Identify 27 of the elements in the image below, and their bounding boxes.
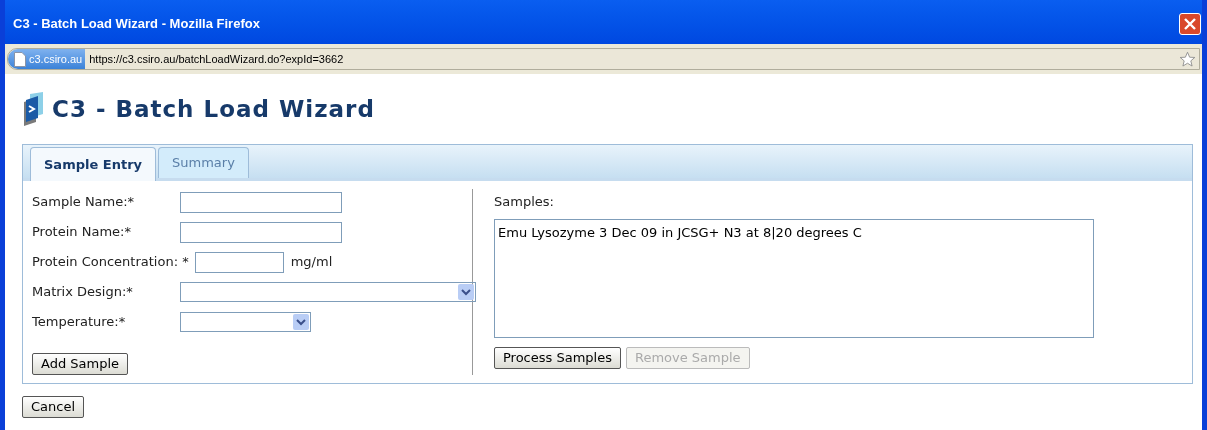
window-title: C3 - Batch Load Wizard - Mozilla Firefox	[13, 15, 260, 34]
field-label: Temperature:*	[32, 313, 126, 332]
dropdown[interactable]	[180, 282, 476, 302]
text-field[interactable]	[180, 221, 342, 243]
star-icon[interactable]	[1179, 50, 1196, 68]
samples-list[interactable]: Emu Lysozyme 3 Dec 09 in JCSG+ N3 at 8|20 degrees C	[494, 219, 1094, 338]
close-button[interactable]	[1179, 13, 1201, 35]
logo-icon	[22, 92, 44, 126]
field-label: Matrix Design:*	[32, 283, 133, 302]
page-heading: C3 - Batch Load Wizard	[52, 94, 375, 124]
field-label: Protein Name:*	[32, 223, 131, 242]
tab[interactable]: Summary	[158, 147, 249, 178]
close-icon	[1184, 18, 1196, 30]
input-field[interactable]	[194, 251, 284, 273]
field-label: Sample Name:*	[32, 193, 135, 212]
url-text[interactable]: https://c3.csiro.au/batchLoadWizard.do?expId=3662	[89, 50, 344, 68]
process-samples-button[interactable]: Process Samples	[494, 347, 621, 369]
dropdown[interactable]	[180, 312, 311, 332]
page-icon	[14, 51, 26, 67]
unit-label: mg/ml	[290, 253, 333, 272]
samples-label: Samples:	[494, 193, 555, 212]
sample-item[interactable]: Emu Lysozyme 3 Dec 09 in JCSG+ N3 at 8|20 degrees C	[498, 223, 1090, 243]
cancel-button[interactable]: Cancel	[22, 395, 85, 418]
text-field[interactable]	[180, 191, 342, 213]
field-label: Protein Concentration: *	[32, 253, 189, 272]
add-sample-button[interactable]: Add Sample	[32, 352, 129, 375]
tab[interactable]: Sample Entry	[30, 147, 157, 181]
